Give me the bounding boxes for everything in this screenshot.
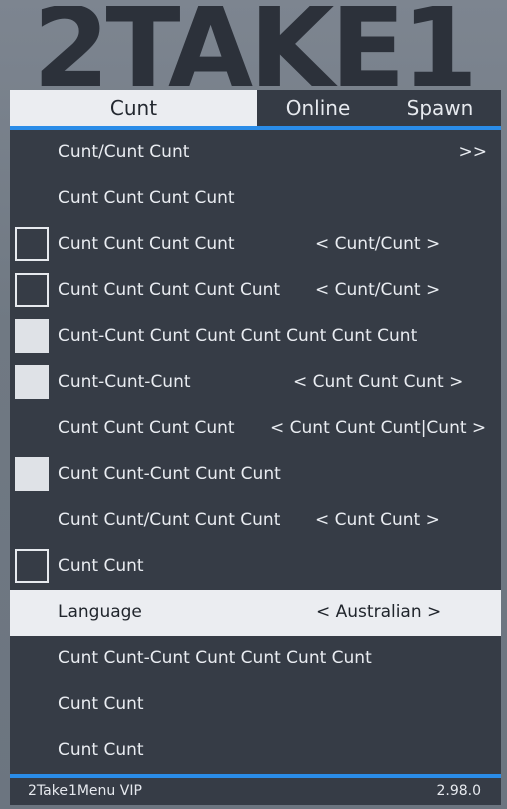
menu-item-label: Cunt Cunt Cunt Cunt bbox=[58, 418, 235, 438]
tab-bar: Cunt Online Spawn bbox=[10, 90, 501, 126]
tab-spawn[interactable]: Spawn bbox=[379, 90, 501, 126]
option-selector[interactable]: < Cunt/Cunt > bbox=[315, 268, 440, 312]
menu-item-label: Language bbox=[58, 602, 142, 622]
menu-item-option[interactable]: Cunt Cunt/Cunt Cunt Cunt < Cunt Cunt > bbox=[10, 498, 501, 544]
menu-item-label: Cunt Cunt Cunt Cunt bbox=[58, 188, 235, 208]
menu-item-label: Cunt-Cunt Cunt Cunt Cunt Cunt Cunt Cunt bbox=[58, 326, 418, 346]
option-selector[interactable]: < Cunt Cunt > bbox=[315, 498, 440, 542]
checkbox-checked[interactable] bbox=[15, 457, 49, 491]
menu-item-label: Cunt Cunt Cunt Cunt Cunt bbox=[58, 280, 281, 300]
menu-item-submenu[interactable]: Cunt/Cunt Cunt >> bbox=[10, 130, 501, 176]
menu-item-toggle[interactable]: Cunt Cunt bbox=[10, 544, 501, 590]
checkbox-unchecked[interactable] bbox=[15, 227, 49, 261]
checkbox-unchecked[interactable] bbox=[15, 549, 49, 583]
menu-item[interactable]: Cunt Cunt bbox=[10, 728, 501, 774]
header: 2TAKE1 bbox=[0, 0, 507, 90]
menu-item[interactable]: Cunt Cunt-Cunt Cunt Cunt Cunt Cunt bbox=[10, 636, 501, 682]
menu-item-label: Cunt Cunt bbox=[58, 740, 144, 760]
submenu-arrow-icon: >> bbox=[458, 142, 488, 162]
checkbox-unchecked[interactable] bbox=[15, 273, 49, 307]
menu-item-toggle[interactable]: Cunt Cunt-Cunt Cunt Cunt bbox=[10, 452, 501, 498]
menu-item[interactable]: Cunt Cunt Cunt Cunt bbox=[10, 176, 501, 222]
checkbox-checked[interactable] bbox=[15, 365, 49, 399]
option-selector[interactable]: < Cunt/Cunt > bbox=[315, 222, 440, 266]
menu-item-toggle-option[interactable]: Cunt Cunt Cunt Cunt Cunt < Cunt/Cunt > bbox=[10, 268, 501, 314]
menu-item-label: Cunt Cunt bbox=[58, 556, 144, 576]
option-selector[interactable]: < Cunt Cunt Cunt > bbox=[293, 360, 463, 404]
menu-item-label: Cunt-Cunt-Cunt bbox=[58, 372, 191, 392]
checkbox-checked[interactable] bbox=[15, 319, 49, 353]
tab-online[interactable]: Online bbox=[257, 90, 379, 126]
menu-item[interactable]: Cunt Cunt bbox=[10, 682, 501, 728]
menu-item-label: Cunt Cunt-Cunt Cunt Cunt Cunt Cunt bbox=[58, 648, 372, 668]
menu-item-option[interactable]: Cunt Cunt Cunt Cunt < Cunt Cunt Cunt|Cun… bbox=[10, 406, 501, 452]
menu-item-toggle-option[interactable]: Cunt Cunt Cunt Cunt < Cunt/Cunt > bbox=[10, 222, 501, 268]
language-selector[interactable]: < Australian > bbox=[316, 590, 441, 634]
menu-item-toggle-option[interactable]: Cunt-Cunt-Cunt < Cunt Cunt Cunt > bbox=[10, 360, 501, 406]
menu-list: Cunt/Cunt Cunt >> Cunt Cunt Cunt Cunt Cu… bbox=[10, 130, 501, 774]
menu-item-label: Cunt Cunt/Cunt Cunt Cunt bbox=[58, 510, 281, 530]
menu-item-label: Cunt Cunt bbox=[58, 694, 144, 714]
option-selector[interactable]: < Cunt Cunt Cunt|Cunt > bbox=[270, 406, 486, 450]
menu-item-label: Cunt Cunt Cunt Cunt bbox=[58, 234, 235, 254]
menu-item-label: Cunt/Cunt Cunt bbox=[58, 142, 190, 162]
footer: 2Take1Menu VIP 2.98.0 bbox=[10, 778, 501, 805]
footer-brand: 2Take1Menu VIP bbox=[28, 783, 142, 799]
logo: 2TAKE1 bbox=[32, 6, 478, 90]
menu-item-label: Cunt Cunt-Cunt Cunt Cunt bbox=[58, 464, 281, 484]
menu-item-toggle[interactable]: Cunt-Cunt Cunt Cunt Cunt Cunt Cunt Cunt bbox=[10, 314, 501, 360]
footer-version: 2.98.0 bbox=[436, 783, 481, 799]
tab-cunt[interactable]: Cunt bbox=[10, 90, 257, 126]
menu-item-language[interactable]: Language < Australian > bbox=[10, 590, 501, 636]
